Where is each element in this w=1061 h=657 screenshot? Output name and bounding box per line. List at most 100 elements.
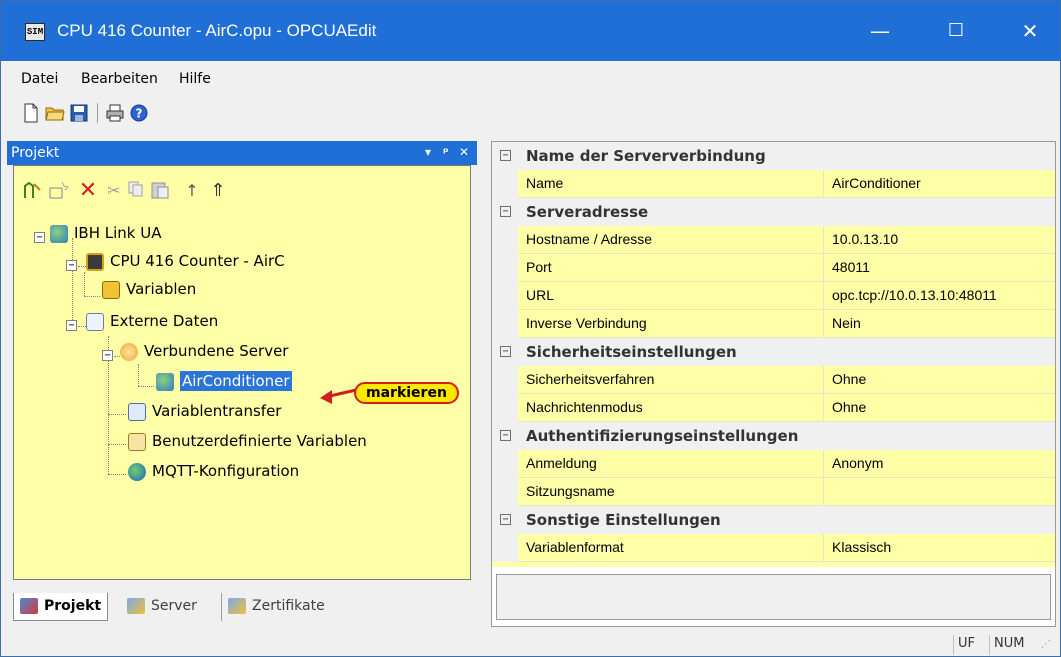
- tab-projekt[interactable]: Projekt: [13, 593, 109, 621]
- cut-icon[interactable]: ✂: [104, 180, 124, 202]
- new-file-icon[interactable]: [21, 103, 41, 123]
- property-name: Inverse Verbindung: [518, 310, 824, 338]
- app-icon: SIM: [25, 23, 45, 41]
- paste-icon[interactable]: [150, 180, 170, 202]
- tree-node-externe-daten[interactable]: Externe Daten: [86, 310, 218, 334]
- property-row[interactable]: Nachrichtenmodus Ohne: [492, 394, 1055, 422]
- property-grid: − Name der Serververbindung Name AirCond…: [492, 142, 1055, 567]
- tree-node-variablen[interactable]: Variablen: [102, 278, 196, 302]
- property-name: Anmeldung: [518, 450, 824, 478]
- collapse-icon[interactable]: −: [500, 150, 511, 161]
- move-up-icon[interactable]: ↑: [182, 180, 202, 202]
- tab-zertifikate[interactable]: Zertifikate: [221, 593, 331, 621]
- close-button[interactable]: ✕: [1007, 13, 1053, 49]
- project-tree-area: ✕ ✂ ↑ ⇑ − IBH Link UA − CPU 416 Counter …: [13, 165, 471, 580]
- project-panel-title: Projekt: [11, 145, 60, 161]
- save-icon[interactable]: [69, 103, 89, 123]
- menu-bearbeiten[interactable]: Bearbeiten: [81, 71, 158, 87]
- property-value[interactable]: Nein: [824, 310, 1055, 338]
- panel-tabs: Projekt Server Zertifikate: [13, 593, 477, 623]
- tree-node-airconditioner[interactable]: AirConditioner: [156, 370, 292, 394]
- connected-servers-icon: [120, 342, 138, 361]
- property-name: Sitzungsname: [518, 478, 824, 506]
- category-serveradresse[interactable]: − Serveradresse: [492, 198, 1055, 226]
- expand-toggle-externe[interactable]: −: [66, 320, 77, 331]
- mqtt-icon: [128, 462, 146, 481]
- property-row[interactable]: Hostname / Adresse 10.0.13.10: [492, 226, 1055, 254]
- menu-hilfe[interactable]: Hilfe: [179, 71, 211, 87]
- svg-text:?: ?: [136, 107, 143, 121]
- property-row[interactable]: Inverse Verbindung Nein: [492, 310, 1055, 338]
- server-tab-icon: [127, 598, 145, 614]
- tree-node-variablentransfer[interactable]: Variablentransfer: [128, 400, 281, 424]
- property-value[interactable]: Anonym: [824, 450, 1055, 478]
- delete-icon[interactable]: ✕: [78, 180, 98, 202]
- property-value[interactable]: 10.0.13.10: [824, 226, 1055, 254]
- tree-node-verbundene-server[interactable]: Verbundene Server: [120, 340, 288, 364]
- category-sicherheitseinstellungen[interactable]: − Sicherheitseinstellungen: [492, 338, 1055, 366]
- tree-node-mqtt[interactable]: MQTT-Konfiguration: [128, 460, 299, 484]
- tree-node-benutzerdefinierte[interactable]: Benutzerdefinierte Variablen: [128, 430, 367, 454]
- property-row[interactable]: Sicherheitsverfahren Ohne: [492, 366, 1055, 394]
- property-value[interactable]: [824, 478, 1055, 506]
- tree-node-cpu[interactable]: CPU 416 Counter - AirC: [86, 250, 285, 274]
- collapse-icon[interactable]: −: [500, 346, 511, 357]
- menu-bar: Datei Bearbeiten Hilfe: [1, 61, 1060, 95]
- certificate-tab-icon: [228, 598, 246, 614]
- property-row[interactable]: Variablenformat Klassisch: [492, 534, 1055, 562]
- panel-dropdown-icon[interactable]: ▾: [425, 145, 431, 159]
- collapse-icon[interactable]: −: [500, 430, 511, 441]
- property-row[interactable]: Name AirConditioner: [492, 170, 1055, 198]
- property-value[interactable]: AirConditioner: [824, 170, 1055, 198]
- copy-icon[interactable]: [126, 180, 146, 202]
- property-value[interactable]: Klassisch: [824, 534, 1055, 562]
- collapse-icon[interactable]: −: [500, 514, 511, 525]
- tab-server[interactable]: Server: [121, 593, 203, 621]
- window-title: CPU 416 Counter - AirC.opu - OPCUAEdit: [57, 21, 377, 40]
- category-authentifizierungseinstellungen[interactable]: − Authentifizierungseinstellungen: [492, 422, 1055, 450]
- main-toolbar: ?: [1, 97, 1060, 131]
- menu-datei[interactable]: Datei: [21, 71, 58, 87]
- user-variables-icon: [128, 432, 146, 451]
- property-value[interactable]: opc.tcp://10.0.13.10:48011: [824, 282, 1055, 310]
- callout-arrow: [320, 388, 357, 404]
- property-name: Port: [518, 254, 824, 282]
- expand-toggle-ibh[interactable]: −: [34, 232, 45, 243]
- panel-close-icon[interactable]: ✕: [459, 145, 469, 159]
- resize-grip-icon[interactable]: ⋰: [1041, 639, 1051, 650]
- expand-toggle-cpu[interactable]: −: [66, 260, 77, 271]
- status-uf: UF: [953, 635, 987, 655]
- property-name: Hostname / Adresse: [518, 226, 824, 254]
- property-value[interactable]: 48011: [824, 254, 1055, 282]
- open-folder-icon[interactable]: [45, 103, 65, 123]
- help-icon[interactable]: ?: [129, 103, 149, 123]
- add-server-icon[interactable]: [22, 180, 42, 202]
- callout-markieren: markieren: [354, 382, 459, 404]
- tree-node-ibh-link-ua[interactable]: IBH Link UA: [50, 222, 162, 246]
- minimize-button[interactable]: —: [857, 13, 903, 49]
- title-bar: SIM CPU 416 Counter - AirC.opu - OPCUAEd…: [1, 1, 1060, 61]
- print-icon[interactable]: [105, 103, 125, 123]
- status-bar: UF NUM ⋰: [1, 631, 1060, 656]
- property-row[interactable]: URL opc.tcp://10.0.13.10:48011: [492, 282, 1055, 310]
- property-row[interactable]: Sitzungsname: [492, 478, 1055, 506]
- maximize-button[interactable]: ☐: [933, 13, 979, 49]
- property-value[interactable]: Ohne: [824, 394, 1055, 422]
- properties-panel: − Name der Serververbindung Name AirCond…: [491, 141, 1056, 627]
- status-num: NUM: [989, 635, 1033, 655]
- property-name: Nachrichtenmodus: [518, 394, 824, 422]
- expand-toggle-verbundene[interactable]: −: [102, 350, 113, 361]
- collapse-icon[interactable]: −: [500, 206, 511, 217]
- property-value[interactable]: Ohne: [824, 366, 1055, 394]
- panel-pin-icon[interactable]: ᵖ: [443, 145, 449, 159]
- move-top-icon[interactable]: ⇑: [208, 180, 228, 202]
- server-globe-icon: [156, 372, 174, 391]
- project-panel-header: Projekt ▾ ᵖ ✕: [7, 141, 477, 165]
- property-name: Sicherheitsverfahren: [518, 366, 824, 394]
- category-name-der-serververbindung[interactable]: − Name der Serververbindung: [492, 142, 1055, 170]
- add-item-icon[interactable]: [48, 180, 69, 202]
- project-panel: Projekt ▾ ᵖ ✕ ✕ ✂ ↑ ⇑ − IBH Link UA − CP…: [7, 141, 477, 627]
- category-sonstige-einstellungen[interactable]: − Sonstige Einstellungen: [492, 506, 1055, 534]
- property-row[interactable]: Port 48011: [492, 254, 1055, 282]
- property-row[interactable]: Anmeldung Anonym: [492, 450, 1055, 478]
